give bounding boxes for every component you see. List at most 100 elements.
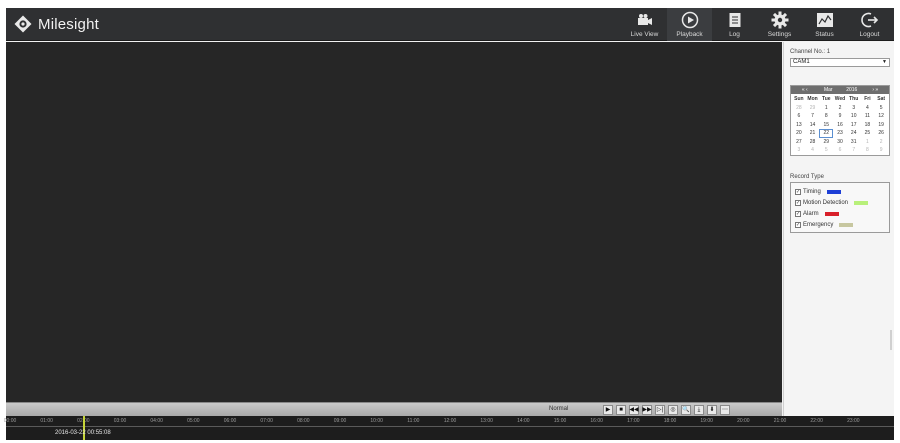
calendar-day[interactable]: 26 [874, 129, 888, 138]
calendar-day[interactable]: 17 [847, 121, 861, 130]
calendar-header: « ‹ Mar 2016 › » [791, 86, 889, 94]
calendar-day[interactable]: 5 [874, 104, 888, 113]
calendar-day[interactable]: 20 [792, 129, 806, 138]
channel-label: Channel No.: 1 [790, 49, 831, 55]
timeline-axis [6, 426, 894, 427]
capture-icon[interactable]: ◎ [668, 405, 678, 415]
record-type-checkbox[interactable]: ✓ [795, 188, 801, 195]
calendar-day[interactable]: 2 [874, 138, 888, 147]
calendar-day[interactable]: 7 [806, 112, 820, 121]
scrollbar-thumb[interactable] [890, 330, 892, 350]
calendar-day[interactable]: 1 [819, 104, 833, 113]
calendar-day[interactable]: 29 [819, 138, 833, 147]
calendar-day[interactable]: 21 [806, 129, 820, 138]
timeline-tick: 10:00 [370, 418, 383, 424]
calendar-day[interactable]: 6 [833, 146, 847, 155]
video-viewport[interactable] [6, 42, 782, 402]
record-type-swatch [854, 200, 869, 205]
calendar-day[interactable]: 5 [819, 146, 833, 155]
calendar-weekday: Tue [822, 96, 831, 102]
calendar-day[interactable]: 31 [847, 138, 861, 147]
calendar-day[interactable]: 11 [861, 112, 875, 121]
calendar-day[interactable]: 6 [792, 112, 806, 121]
calendar-day[interactable]: 4 [861, 104, 875, 113]
stop-icon[interactable]: ■ [616, 405, 626, 415]
nav-label: Logout [859, 31, 880, 38]
calendar-day[interactable]: 28 [806, 138, 820, 147]
calendar-day[interactable]: 28 [792, 104, 806, 113]
download-icon[interactable]: ⤓ [694, 405, 704, 415]
record-type-item: ✓ Motion Detection [795, 197, 885, 208]
timeline[interactable]: 00:0001:0002:0003:0004:0005:0006:0007:00… [4, 416, 894, 440]
record-type-swatch [824, 211, 839, 216]
camera-icon [634, 10, 656, 30]
play-icon[interactable]: ▶ [603, 405, 613, 415]
step-icon[interactable]: ▷| [655, 405, 665, 415]
more-icon[interactable]: ⋯ [720, 405, 730, 415]
timeline-cursor[interactable] [83, 416, 85, 440]
fast-forward-icon[interactable]: ▶▶ [642, 405, 652, 415]
calendar-grid: Sun Mon Tue Wed Thu Fri Sat 28 29 1 2 3 4 5 6 7 8 9 10 11 12… [791, 94, 889, 155]
nav-label: Settings [767, 31, 792, 38]
current-time: 2016-03-22 00:55:08 [55, 430, 111, 436]
calendar-day[interactable]: 30 [833, 138, 847, 147]
channel-select[interactable]: CAM1 ▼ [790, 58, 890, 67]
nav-logout[interactable]: Logout [847, 8, 892, 41]
calendar-day[interactable]: 4 [806, 146, 820, 155]
calendar-day[interactable]: 23 [833, 129, 847, 138]
brand-logo[interactable]: Milesight [13, 14, 99, 34]
timeline-tick: 13:00 [480, 418, 493, 424]
calendar-day[interactable]: 19 [874, 121, 888, 130]
calendar-year[interactable]: 2016 [840, 87, 864, 93]
nav-log[interactable]: Log [712, 8, 757, 41]
calendar-day[interactable]: 8 [861, 146, 875, 155]
save-icon[interactable]: ⬇ [707, 405, 717, 415]
calendar-day[interactable]: 29 [806, 104, 820, 113]
calendar-day[interactable]: 1 [861, 138, 875, 147]
calendar-day[interactable]: 13 [792, 121, 806, 130]
calendar-day[interactable]: 27 [792, 138, 806, 147]
calendar-day[interactable]: 10 [847, 112, 861, 121]
nav-settings[interactable]: Settings [757, 8, 802, 41]
calendar-day[interactable]: 15 [819, 121, 833, 130]
calendar: « ‹ Mar 2016 › » Sun Mon Tue Wed Thu Fri Sat 28… [790, 85, 890, 156]
calendar-next-button[interactable]: › » [864, 87, 888, 93]
calendar-day[interactable]: 14 [806, 121, 820, 130]
nav-playback[interactable]: Playback [667, 8, 712, 41]
calendar-weekday: Sat [877, 96, 886, 102]
calendar-day[interactable]: 7 [847, 146, 861, 155]
calendar-day[interactable]: 8 [819, 112, 833, 121]
speed-label[interactable]: Normal [549, 406, 568, 412]
record-type-checkbox[interactable]: ✓ [795, 221, 801, 228]
calendar-day[interactable]: 12 [874, 112, 888, 121]
rewind-icon[interactable]: ◀◀ [629, 405, 639, 415]
timeline-tick: 21:00 [773, 418, 787, 424]
record-type-checkbox[interactable]: ✓ [795, 210, 801, 217]
main-nav: Live View Playback Log Settings Status Logout [622, 8, 892, 41]
calendar-weekday: Thu [849, 96, 859, 102]
calendar-day[interactable]: 9 [833, 112, 847, 121]
zoom-icon[interactable]: 🔍 [681, 405, 691, 415]
timeline-tick: 04:00 [150, 418, 163, 424]
playback-control-bar: Normal ▶ ■ ◀◀ ▶▶ ▷| ◎ 🔍 ⤓ ⬇ ⋯ [6, 402, 782, 416]
calendar-day[interactable]: 2 [833, 104, 847, 113]
calendar-day[interactable]: 18 [861, 121, 875, 130]
calendar-day[interactable]: 22 [819, 129, 834, 138]
calendar-day[interactable]: 3 [847, 104, 861, 113]
nav-live-view[interactable]: Live View [622, 8, 667, 41]
record-type-list: ✓ Timing ✓ Motion Detection ✓ Alarm ✓ Emergency [790, 182, 890, 233]
calendar-day[interactable]: 25 [861, 129, 875, 138]
right-panel: Channel No.: 1 CAM1 ▼ « ‹ Mar 2016 › » S… [783, 42, 894, 416]
calendar-month[interactable]: Mar [817, 87, 841, 93]
calendar-weekday: Sun [794, 96, 804, 102]
record-type-checkbox[interactable]: ✓ [795, 199, 801, 206]
calendar-day[interactable]: 16 [833, 121, 847, 130]
calendar-day[interactable]: 9 [874, 146, 888, 155]
timeline-tick: 18:00 [663, 418, 677, 424]
calendar-prev-button[interactable]: « ‹ [793, 87, 817, 93]
calendar-day[interactable]: 3 [792, 146, 806, 155]
nav-status[interactable]: Status [802, 8, 847, 41]
timeline-tick: 15:00 [553, 418, 567, 424]
gear-icon [769, 10, 791, 30]
calendar-day[interactable]: 24 [847, 129, 861, 138]
